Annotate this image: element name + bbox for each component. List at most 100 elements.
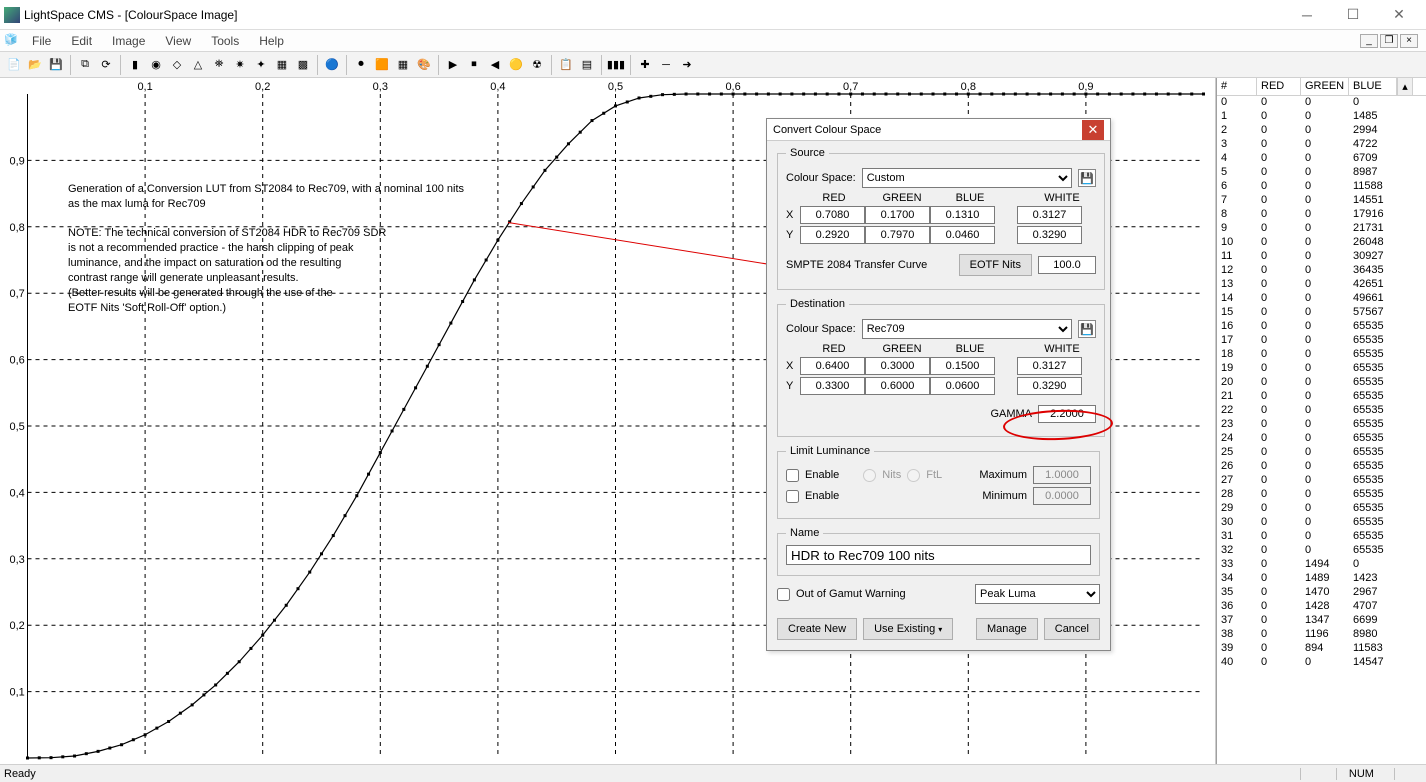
src-x-red[interactable]: [800, 206, 865, 224]
table-row[interactable]: 2002994: [1217, 124, 1426, 138]
burst-icon[interactable]: ✷: [230, 55, 250, 75]
manage-button[interactable]: Manage: [976, 618, 1038, 640]
table-row[interactable]: 37013476699: [1217, 614, 1426, 628]
dst-y-red[interactable]: [800, 377, 865, 395]
cancel-button[interactable]: Cancel: [1044, 618, 1100, 640]
doc-restore-button[interactable]: ❐: [1380, 34, 1398, 48]
menu-help[interactable]: Help: [249, 32, 294, 50]
doc-close-button[interactable]: ×: [1400, 34, 1418, 48]
back-icon[interactable]: ◀: [485, 55, 505, 75]
waveform-icon[interactable]: ▮: [125, 55, 145, 75]
src-y-white[interactable]: [1017, 226, 1082, 244]
eotf-nits-input[interactable]: [1038, 256, 1096, 274]
col-red[interactable]: RED: [1257, 78, 1301, 95]
use-existing-button[interactable]: Use Existing: [863, 618, 953, 640]
table-row[interactable]: 160065535: [1217, 320, 1426, 334]
source-save-icon[interactable]: 💾: [1078, 169, 1096, 187]
table-row[interactable]: 220065535: [1217, 404, 1426, 418]
vectorscope-icon[interactable]: ◉: [146, 55, 166, 75]
dest-cs-select[interactable]: Rec709: [862, 319, 1072, 339]
col-blue[interactable]: BLUE: [1349, 78, 1397, 95]
table-row[interactable]: 36014284707: [1217, 600, 1426, 614]
stack-icon[interactable]: ▤: [577, 55, 597, 75]
table-row[interactable]: 1001485: [1217, 110, 1426, 124]
col-index[interactable]: #: [1217, 78, 1257, 95]
probe-icon[interactable]: 🔵: [322, 55, 342, 75]
menu-edit[interactable]: Edit: [61, 32, 102, 50]
save-icon[interactable]: 💾: [46, 55, 66, 75]
menu-tools[interactable]: Tools: [201, 32, 249, 50]
table-row[interactable]: 270065535: [1217, 474, 1426, 488]
redraw-icon[interactable]: ⟳: [96, 55, 116, 75]
copy-icon[interactable]: ⧉: [75, 55, 95, 75]
src-y-red[interactable]: [800, 226, 865, 244]
new-icon[interactable]: 📄: [4, 55, 24, 75]
table-row[interactable]: 60011588: [1217, 180, 1426, 194]
grid3-icon[interactable]: ▩: [293, 55, 313, 75]
create-new-button[interactable]: Create New: [777, 618, 857, 640]
table-row[interactable]: 5008987: [1217, 166, 1426, 180]
dialog-close-button[interactable]: ✕: [1082, 120, 1104, 140]
dst-x-blue[interactable]: [930, 357, 995, 375]
open-icon[interactable]: 📂: [25, 55, 45, 75]
menu-image[interactable]: Image: [102, 32, 155, 50]
table-row[interactable]: 110030927: [1217, 250, 1426, 264]
name-input[interactable]: [786, 545, 1091, 565]
table-row[interactable]: 140049661: [1217, 292, 1426, 306]
dst-y-white[interactable]: [1017, 377, 1082, 395]
table-row[interactable]: 400014547: [1217, 656, 1426, 670]
dst-x-white[interactable]: [1017, 357, 1082, 375]
table-row[interactable]: 130042651: [1217, 278, 1426, 292]
src-x-green[interactable]: [865, 206, 930, 224]
src-y-green[interactable]: [865, 226, 930, 244]
grid2-icon[interactable]: ▦: [272, 55, 292, 75]
gamut-warn-check[interactable]: [777, 588, 790, 601]
patch-icon[interactable]: 🟧: [372, 55, 392, 75]
table-row[interactable]: 200065535: [1217, 376, 1426, 390]
eotf-nits-button[interactable]: EOTF Nits: [959, 254, 1032, 276]
src-x-white[interactable]: [1017, 206, 1082, 224]
table-row[interactable]: 38011968980: [1217, 628, 1426, 642]
close-button[interactable]: ✕: [1376, 0, 1422, 30]
table-row[interactable]: 100026048: [1217, 236, 1426, 250]
stop-icon[interactable]: ⏹: [464, 55, 484, 75]
scrollbar-up-icon[interactable]: ▴: [1397, 78, 1413, 95]
move-icon[interactable]: ✚: [635, 55, 655, 75]
table-row[interactable]: 3004722: [1217, 138, 1426, 152]
limit-max-enable[interactable]: [786, 469, 799, 482]
table-row[interactable]: 70014551: [1217, 194, 1426, 208]
export-icon[interactable]: ➜: [677, 55, 697, 75]
gamut-select[interactable]: Peak Luma: [975, 584, 1100, 604]
table-row[interactable]: 4006709: [1217, 152, 1426, 166]
dst-y-blue[interactable]: [930, 377, 995, 395]
menu-view[interactable]: View: [155, 32, 201, 50]
nuclear-icon[interactable]: ☢: [527, 55, 547, 75]
doc-min-button[interactable]: _: [1360, 34, 1378, 48]
table-row[interactable]: 170065535: [1217, 334, 1426, 348]
rgb-icon[interactable]: ▮▮▮: [606, 55, 626, 75]
src-y-blue[interactable]: [930, 226, 995, 244]
table-row[interactable]: 250065535: [1217, 446, 1426, 460]
menu-file[interactable]: File: [22, 32, 61, 50]
table-row[interactable]: 310065535: [1217, 530, 1426, 544]
cube-icon[interactable]: ◇: [167, 55, 187, 75]
dst-x-green[interactable]: [865, 357, 930, 375]
color-icon[interactable]: 🎨: [414, 55, 434, 75]
table-row[interactable]: 34014891423: [1217, 572, 1426, 586]
table-row[interactable]: 35014702967: [1217, 586, 1426, 600]
table-row[interactable]: 290065535: [1217, 502, 1426, 516]
record2-icon[interactable]: 🟡: [506, 55, 526, 75]
matrix-icon[interactable]: ▦: [393, 55, 413, 75]
table-row[interactable]: 230065535: [1217, 418, 1426, 432]
spark-icon[interactable]: ✦: [251, 55, 271, 75]
settings-icon[interactable]: ⛯: [209, 55, 229, 75]
doc-icon[interactable]: 📋: [556, 55, 576, 75]
target-icon[interactable]: ─: [656, 55, 676, 75]
table-row[interactable]: 39089411583: [1217, 642, 1426, 656]
table-row[interactable]: 90021731: [1217, 222, 1426, 236]
dst-x-red[interactable]: [800, 357, 865, 375]
table-row[interactable]: 33014940: [1217, 558, 1426, 572]
src-x-blue[interactable]: [930, 206, 995, 224]
table-row[interactable]: 180065535: [1217, 348, 1426, 362]
table-row[interactable]: 190065535: [1217, 362, 1426, 376]
